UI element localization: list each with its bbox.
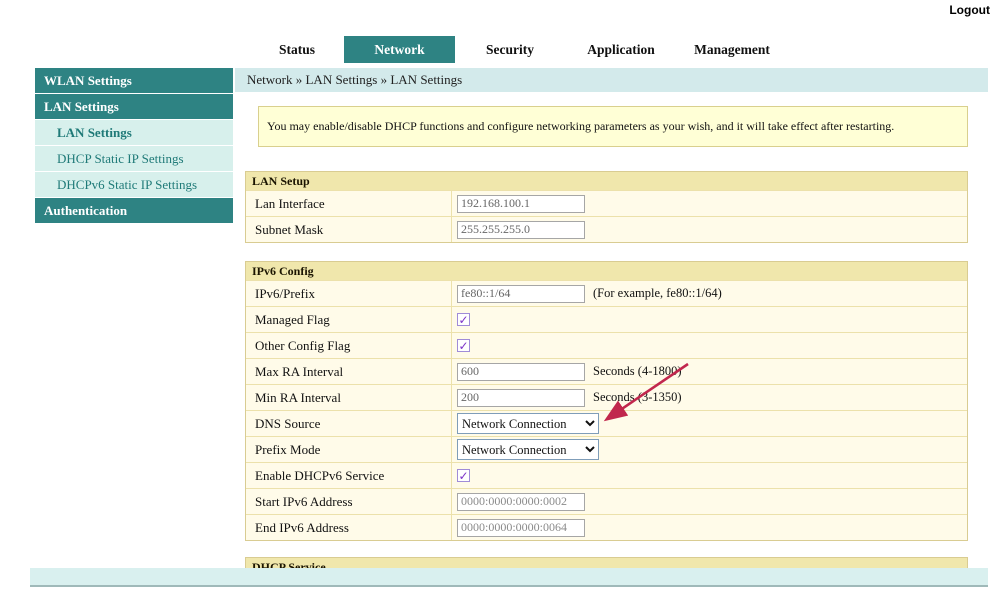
- field-label: Subnet Mask: [246, 217, 452, 242]
- router-admin-page: Logout Status Network Security Applicati…: [0, 0, 1006, 602]
- field-label: DNS Source: [246, 411, 452, 436]
- field-label: Max RA Interval: [246, 359, 452, 384]
- table-row: Max RA Interval Seconds (4-1800): [246, 358, 967, 384]
- sidebar-item-lan-settings-group[interactable]: LAN Settings: [35, 94, 233, 119]
- tab-management[interactable]: Management: [677, 36, 787, 63]
- table-row: Other Config Flag: [246, 332, 967, 358]
- field-label: Enable DHCPv6 Service: [246, 463, 452, 488]
- sidebar-item-dhcp-static-ip-settings[interactable]: DHCP Static IP Settings: [35, 146, 233, 171]
- prefix-mode-select[interactable]: Network Connection: [457, 439, 599, 460]
- info-notice: You may enable/disable DHCP functions an…: [258, 106, 968, 147]
- start-ipv6-address-input[interactable]: [457, 493, 585, 511]
- section-title-lan-setup: LAN Setup: [246, 172, 967, 190]
- main-content: Network » LAN Settings » LAN Settings Yo…: [235, 68, 988, 577]
- table-row: Enable DHCPv6 Service: [246, 462, 967, 488]
- footer-bar: [30, 568, 988, 587]
- subnet-mask-input[interactable]: [457, 221, 585, 239]
- dns-source-select[interactable]: Network Connection: [457, 413, 599, 434]
- field-label: End IPv6 Address: [246, 515, 452, 540]
- field-label: Min RA Interval: [246, 385, 452, 410]
- managed-flag-checkbox[interactable]: [457, 313, 470, 326]
- table-row: Managed Flag: [246, 306, 967, 332]
- field-label: Managed Flag: [246, 307, 452, 332]
- breadcrumb: Network » LAN Settings » LAN Settings: [235, 68, 988, 92]
- other-config-flag-checkbox[interactable]: [457, 339, 470, 352]
- max-ra-interval-input[interactable]: [457, 363, 585, 381]
- tab-status[interactable]: Status: [250, 36, 344, 63]
- field-label: Prefix Mode: [246, 437, 452, 462]
- sidebar-item-lan-settings[interactable]: LAN Settings: [35, 120, 233, 145]
- sidebar-item-authentication[interactable]: Authentication: [35, 198, 233, 223]
- min-ra-interval-input[interactable]: [457, 389, 585, 407]
- table-row: Min RA Interval Seconds (3-1350): [246, 384, 967, 410]
- table-row: End IPv6 Address: [246, 514, 967, 540]
- field-label: Start IPv6 Address: [246, 489, 452, 514]
- table-row: Lan Interface: [246, 190, 967, 216]
- field-label: Other Config Flag: [246, 333, 452, 358]
- ipv6-config-section: IPv6 Config IPv6/Prefix (For example, fe…: [245, 261, 968, 541]
- logout-link[interactable]: Logout: [949, 3, 990, 17]
- table-row: Subnet Mask: [246, 216, 967, 242]
- field-label: IPv6/Prefix: [246, 281, 452, 306]
- table-row: DNS Source Network Connection: [246, 410, 967, 436]
- ipv6-prefix-input[interactable]: [457, 285, 585, 303]
- table-row: Start IPv6 Address: [246, 488, 967, 514]
- end-ipv6-address-input[interactable]: [457, 519, 585, 537]
- top-nav-tabs: Status Network Security Application Mana…: [250, 36, 787, 63]
- lan-setup-section: LAN Setup Lan Interface Subnet Mask: [245, 171, 968, 243]
- table-row: IPv6/Prefix (For example, fe80::1/64): [246, 280, 967, 306]
- tab-application[interactable]: Application: [565, 36, 677, 63]
- enable-dhcpv6-checkbox[interactable]: [457, 469, 470, 482]
- section-title-ipv6-config: IPv6 Config: [246, 262, 967, 280]
- field-hint: Seconds (3-1350): [593, 390, 682, 405]
- sidebar: WLAN Settings LAN Settings LAN Settings …: [35, 68, 233, 224]
- field-hint: (For example, fe80::1/64): [593, 286, 722, 301]
- field-label: Lan Interface: [246, 191, 452, 216]
- lan-interface-input[interactable]: [457, 195, 585, 213]
- field-hint: Seconds (4-1800): [593, 364, 682, 379]
- tab-network[interactable]: Network: [344, 36, 455, 63]
- sidebar-item-dhcpv6-static-ip-settings[interactable]: DHCPv6 Static IP Settings: [35, 172, 233, 197]
- sidebar-item-wlan-settings[interactable]: WLAN Settings: [35, 68, 233, 93]
- tab-security[interactable]: Security: [455, 36, 565, 63]
- table-row: Prefix Mode Network Connection: [246, 436, 967, 462]
